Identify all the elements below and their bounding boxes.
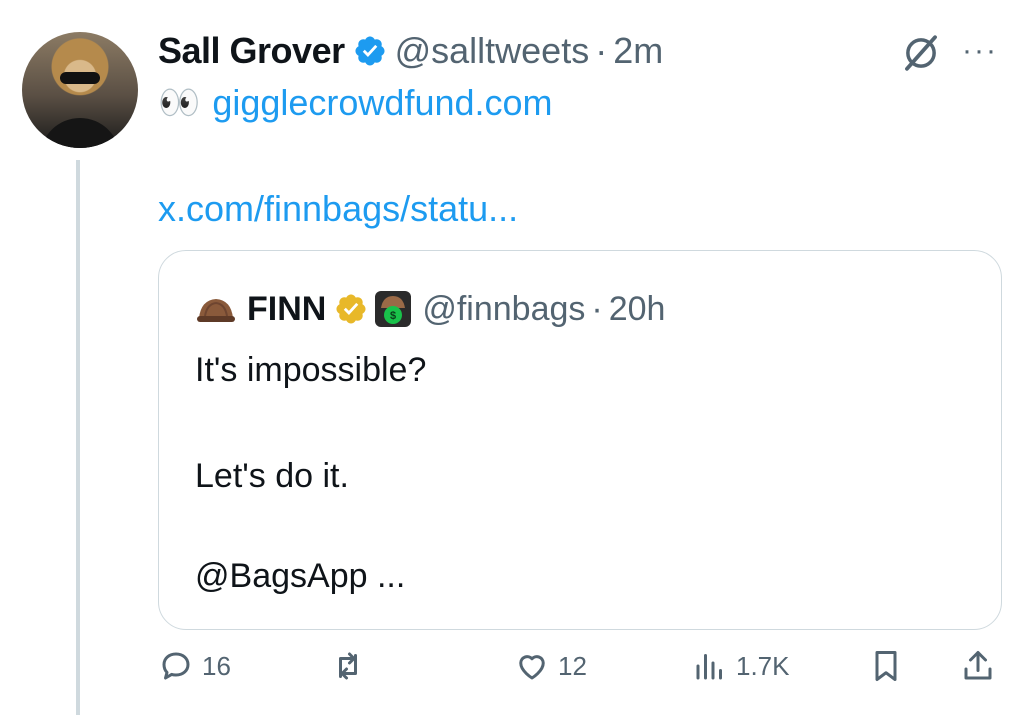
money-bag-icon: $ — [375, 291, 412, 327]
bookmark-icon — [875, 651, 897, 681]
views-chart-icon — [696, 654, 722, 680]
repost-button[interactable] — [330, 648, 366, 684]
quoted-tweet-header: FINN $ @finnbags · 20h — [195, 287, 665, 331]
views-button[interactable]: 1.7K — [692, 648, 790, 684]
share-button[interactable] — [960, 648, 996, 684]
quoted-text-line-1: It's impossible? — [195, 351, 427, 389]
thread-line — [76, 160, 80, 715]
reply-button[interactable]: 16 — [158, 648, 231, 684]
like-count: 12 — [558, 650, 587, 681]
tweet[interactable]: Sall Grover @salltweets · 2m ··· 👀 giggl… — [0, 0, 1024, 715]
quoted-text-line-2: Let's do it. — [195, 457, 349, 495]
separator-dot: · — [595, 30, 608, 71]
quoted-author-name[interactable]: FINN — [247, 290, 326, 329]
tweet-time[interactable]: 2m — [613, 30, 663, 72]
avatar-shirt — [40, 118, 120, 148]
quoted-author-handle[interactable]: @finnbags — [422, 290, 585, 329]
repost-icon — [339, 652, 357, 680]
quoted-tweet[interactable]: FINN $ @finnbags · 20h It's impossible? … — [158, 250, 1002, 630]
avatar-sunglasses — [60, 72, 100, 84]
hat-icon — [197, 299, 235, 322]
view-count: 1.7K — [736, 650, 790, 681]
heart-icon — [519, 655, 545, 680]
author-handle[interactable]: @salltweets — [395, 30, 590, 72]
reply-count: 16 — [202, 650, 231, 681]
quoted-text-line-3: @BagsApp ... — [195, 557, 406, 595]
share-icon — [964, 651, 992, 680]
separator-dot: · — [591, 289, 603, 328]
verified-badge-icon — [355, 36, 385, 66]
like-button[interactable]: 12 — [514, 648, 587, 684]
more-options-icon[interactable]: ··· — [962, 34, 998, 68]
tweet-line-1: 👀 gigglecrowdfund.com — [158, 82, 553, 124]
tweet-header: Sall Grover @salltweets · 2m — [158, 28, 663, 74]
bookmark-button[interactable] — [868, 648, 904, 684]
avatar[interactable] — [22, 32, 138, 148]
svg-text:$: $ — [390, 310, 396, 322]
giggle-crowdfund-link[interactable]: gigglecrowdfund.com — [212, 82, 552, 124]
gold-verified-badge-icon — [336, 294, 366, 324]
quoted-tweet-time[interactable]: 20h — [609, 290, 666, 329]
grok-icon[interactable] — [900, 32, 942, 74]
author-name[interactable]: Sall Grover — [158, 30, 345, 72]
status-link[interactable]: x.com/finnbags/statu... — [158, 188, 518, 230]
eyes-emoji: 👀 — [158, 84, 201, 122]
reply-icon — [162, 652, 190, 680]
action-bar: 16 12 1.7K — [158, 648, 1002, 694]
